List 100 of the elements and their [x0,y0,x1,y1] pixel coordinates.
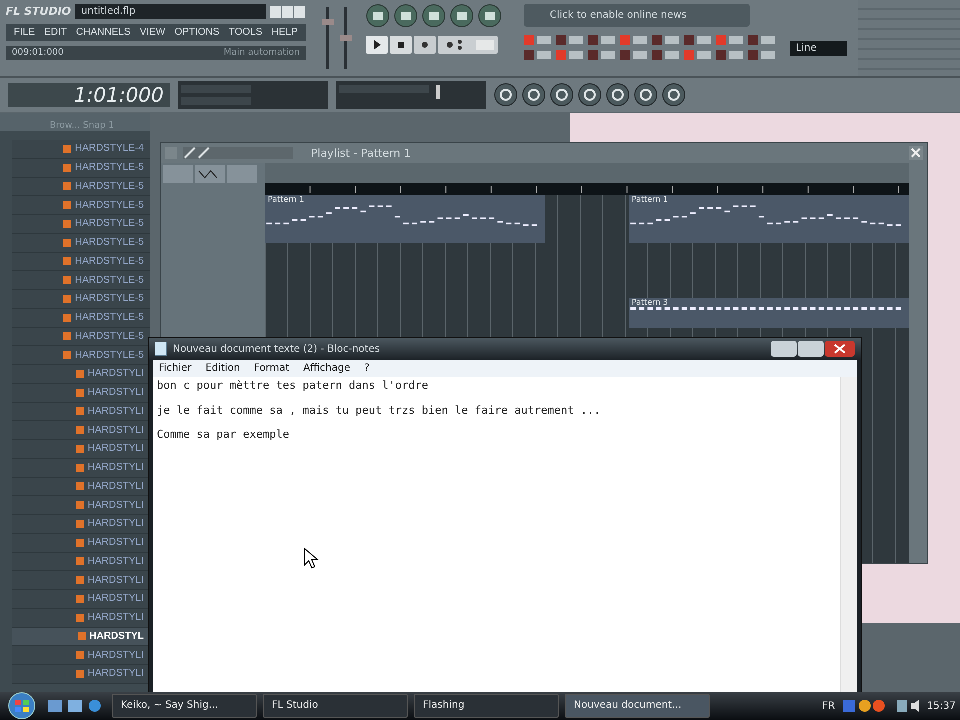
file-icon [76,370,84,378]
file-icon [76,464,84,472]
window-toggle-icon[interactable] [450,4,474,28]
clock: 15:37 [927,700,956,712]
notepad-icon [155,342,167,356]
file-icon [63,332,72,340]
browser-item[interactable]: HARDSTYLE-5 [12,158,150,178]
browser-item[interactable]: HARDSTYLI [12,534,150,552]
pattern-clip[interactable]: Pattern 1 [628,195,909,243]
menu-item[interactable]: Affichage [304,363,351,374]
close-icon[interactable] [909,146,923,160]
browser-item[interactable]: HARDSTYLI [12,478,150,496]
taskbar-button[interactable]: Keiko, ~ Say Shig... [112,694,257,718]
menu-item[interactable]: VIEW [140,27,166,38]
language-indicator[interactable]: FR [822,700,836,712]
tray-icons-icon[interactable] [841,698,922,714]
browser-item[interactable]: HARDSTYLI [12,665,150,684]
tool-icon[interactable] [550,82,574,108]
file-icon [63,182,72,190]
taskbar-button[interactable]: Nouveau document... [565,694,710,718]
tool-icon[interactable] [578,82,602,108]
input-dropdown[interactable]: Line [790,40,847,56]
browser-item[interactable]: HARDSTYLE-5 [12,328,150,346]
browser-item[interactable]: HARDSTYLI [12,365,150,384]
file-icon [76,557,84,566]
news-banner[interactable]: Click to enable online news [524,4,750,27]
window-toggle-icon[interactable] [478,4,502,28]
file-icon [63,314,72,322]
browser-item[interactable]: HARDSTYLI [12,384,150,402]
browser-item[interactable]: HARDSTYLE-5 [12,215,150,234]
browser-item[interactable]: HARDSTYLE-4 [12,140,150,159]
browser-item[interactable]: HARDSTYL [12,628,150,646]
browser-item[interactable]: HARDSTYLE-5 [12,271,150,290]
file-icon [78,632,86,640]
file-icon [63,144,72,153]
stop-button-icon[interactable] [390,36,412,54]
pattern-mode-icon[interactable] [438,36,498,54]
tool-icon[interactable] [662,82,686,108]
file-icon [63,238,72,247]
menu-item[interactable]: ? [364,363,370,374]
browser-item[interactable]: HARDSTYLI [12,440,150,459]
menu-item[interactable]: EDIT [44,27,68,38]
browser-item[interactable]: HARDSTYLI [12,552,150,572]
browser-item[interactable]: HARDSTYLE-5 [12,290,150,309]
window-toggle-icon[interactable] [366,4,390,28]
scrollbar[interactable] [909,163,927,563]
file-icon [76,444,84,453]
menu-item[interactable]: TOOLS [228,27,263,38]
file-icon [76,520,84,528]
pattern-clip[interactable]: Pattern 1 [265,195,546,243]
browser-item[interactable]: HARDSTYLE-5 [12,196,150,215]
play-button-icon[interactable] [366,36,388,54]
browser-item[interactable]: HARDSTYLI [12,590,150,609]
browser-item[interactable]: HARDSTYLI [12,646,150,665]
file-icon [76,538,84,547]
pattern-clip[interactable]: Pattern 3 [628,298,909,328]
browser-item[interactable]: HARDSTYLE-5 [12,346,150,365]
window-toggle-icon[interactable] [394,4,418,28]
tool-icon[interactable] [494,82,518,108]
menu-item[interactable]: OPTIONS [174,27,220,38]
menu-item[interactable]: Edition [206,363,240,374]
browser-item[interactable]: HARDSTYLI [12,571,150,590]
browser-item[interactable]: HARDSTYLI [12,421,150,440]
tool-icon[interactable] [634,82,658,108]
cpu-meter-icon [336,81,486,109]
record-button-icon[interactable] [414,36,436,54]
tool-icon[interactable] [606,82,630,108]
text-line: bon c pour mèttre tes patern dans l'ordre [157,379,430,394]
file-icon [63,164,72,172]
menu-item[interactable]: Format [254,363,290,374]
tool-icon[interactable] [522,82,546,108]
taskbar-button[interactable]: FL Studio [263,694,408,718]
window-toggle-icon[interactable] [422,4,446,28]
taskbar-button[interactable]: Flashing [414,694,559,718]
time-display: 1:01:000 [8,83,170,107]
window-buttons-icon[interactable] [270,6,306,18]
browser-item[interactable]: HARDSTYLE-5 [12,234,150,252]
file-icon [63,257,72,266]
level-meter-icon [178,81,328,109]
file-icon [76,388,84,397]
browser-item[interactable]: HARDSTYLI [12,402,150,422]
browser-item[interactable]: HARDSTYLE-5 [12,252,150,272]
file-icon [76,426,84,434]
browser-item[interactable]: HARDSTYLI [12,458,150,478]
file-icon [76,670,84,678]
browser-item[interactable]: HARDSTYLI [12,515,150,534]
browser-item[interactable]: HARDSTYLE-5 [12,308,150,328]
clip-label: Pattern 1 [630,195,670,204]
file-icon [63,351,72,360]
browser-item[interactable]: HARDSTYLI [12,608,150,628]
menu-item[interactable]: Fichier [159,363,192,374]
scrollbar[interactable] [840,377,857,694]
menu-item[interactable]: CHANNELS [76,27,131,38]
browser-item[interactable]: HARDSTYLI [12,496,150,515]
browser-item[interactable]: HARDSTYLE-5 [12,178,150,196]
window-controls-icon[interactable] [771,341,855,357]
file-icon [63,220,72,228]
menu-item[interactable]: HELP [272,27,298,38]
file-icon [76,594,84,603]
menu-item[interactable]: FILE [14,27,36,38]
